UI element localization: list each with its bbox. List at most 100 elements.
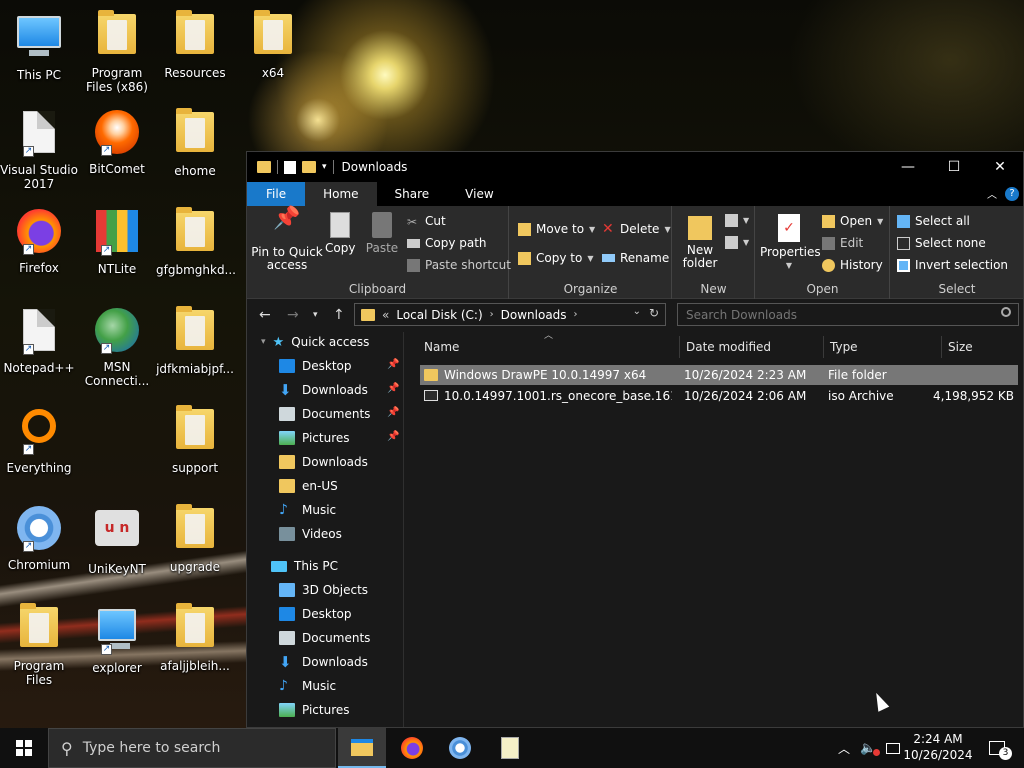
taskbar-notepad[interactable] (486, 728, 534, 768)
start-button[interactable] (0, 728, 48, 768)
nav-item-documents[interactable]: Documents (279, 402, 370, 426)
history-button[interactable]: History (822, 258, 883, 272)
nav-item-desktop[interactable]: Desktop (279, 354, 352, 378)
properties-quick-icon[interactable] (284, 160, 296, 174)
breadcrumb-downloads[interactable]: Downloads (501, 308, 567, 322)
tab-home[interactable]: Home (305, 182, 377, 206)
desktop-icon-notepadpp[interactable]: ↗ Notepad++ (0, 306, 78, 375)
nav-item-music[interactable]: ♪ Music (279, 498, 336, 522)
desktop-icon-jdfkmiabjpf[interactable]: jdfkmiabjpf... (156, 306, 234, 376)
taskbar-clock[interactable]: 2:24 AM 10/26/2024 (900, 731, 976, 763)
move-to-button[interactable]: Move to ▼ (518, 222, 595, 236)
tab-share[interactable]: Share (377, 182, 448, 206)
edit-button[interactable]: Edit (822, 236, 863, 250)
paste-button[interactable]: Paste (365, 212, 399, 255)
nav-item-en-us[interactable]: en-US (279, 474, 338, 498)
open-button[interactable]: Open ▼ (822, 214, 883, 228)
nav-item-pc-downloads[interactable]: ⬇ Downloads (279, 650, 368, 674)
desktop-icon-afaljjbleih[interactable]: afaljjbleih... (156, 603, 234, 673)
delete-button[interactable]: ✕ Delete ▼ (602, 222, 671, 237)
new-folder-button[interactable]: New folder (677, 216, 723, 270)
file-row[interactable]: Windows DrawPE 10.0.14997 x64 10/26/2024… (420, 365, 1018, 385)
desktop-icon-everything[interactable]: ↗ Everything (0, 405, 78, 475)
rename-button[interactable]: Rename (602, 251, 669, 265)
desktop-icon-ehome[interactable]: ehome (156, 108, 234, 178)
pin-quick-access-button[interactable]: 📌 Pin to Quick access (251, 208, 323, 272)
copy-path-button[interactable]: Copy path (407, 236, 487, 250)
show-hidden-icons-chevron-icon[interactable]: ︿ (838, 740, 850, 757)
help-icon[interactable]: ? (1005, 186, 1019, 201)
breadcrumb-local-disk[interactable]: Local Disk (C:) (396, 308, 482, 322)
desktop-icon-support[interactable]: support (156, 405, 234, 475)
desktop-icon-resources[interactable]: Resources (156, 10, 234, 80)
select-none-button[interactable]: Select none (897, 236, 986, 250)
address-bar[interactable]: « Local Disk (C:) › Downloads › ⌄ ↻ (354, 303, 666, 326)
copy-to-button[interactable]: Copy to ▼ (518, 251, 593, 265)
taskbar-file-explorer[interactable] (338, 728, 386, 768)
desktop-icon-program-files[interactable]: Program Files (0, 603, 78, 687)
nav-item-pc-desktop[interactable]: Desktop (279, 602, 352, 626)
tab-view[interactable]: View (447, 182, 511, 206)
new-item-button[interactable]: ▼ (725, 214, 749, 227)
nav-item-pc-documents[interactable]: Documents (279, 626, 370, 650)
new-folder-quick-icon[interactable] (302, 161, 316, 173)
column-header-size[interactable]: Size (942, 336, 1022, 358)
desktop-icon-upgrade[interactable]: upgrade (156, 504, 234, 574)
desktop-icon-unikey[interactable]: u n UniKeyNT (78, 504, 156, 576)
column-header-name[interactable]: Name (418, 336, 680, 358)
desktop-icon-bitcomet[interactable]: ↗ BitComet (78, 108, 156, 176)
recent-locations-chevron-icon[interactable]: ▾ (313, 310, 318, 320)
column-header-type[interactable]: Type (824, 336, 942, 358)
desktop-icon-this-pc[interactable]: This PC (0, 10, 78, 82)
network-icon[interactable] (886, 742, 901, 754)
nav-item-downloads[interactable]: ⬇ Downloads (279, 378, 368, 402)
address-dropdown-chevron-icon[interactable]: ⌄ (633, 306, 641, 317)
back-arrow-icon[interactable]: ← (259, 307, 271, 323)
cut-button[interactable]: ✂ Cut (407, 214, 446, 229)
action-center-button[interactable]: 3 (982, 728, 1012, 768)
nav-item-pc-music[interactable]: ♪ Music (279, 674, 336, 698)
taskbar-firefox[interactable] (388, 728, 436, 768)
taskbar-chromium[interactable] (436, 728, 484, 768)
breadcrumb-separator-icon[interactable]: › (574, 309, 578, 320)
nav-quick-access[interactable]: ▾ ★ Quick access (261, 332, 369, 354)
select-all-button[interactable]: Select all (897, 214, 970, 228)
minimize-button[interactable]: — (885, 152, 931, 182)
customize-toolbar-chevron-icon[interactable]: ▾ (322, 162, 327, 172)
desktop-icon-ntlite[interactable]: ↗ NTLite (78, 207, 156, 276)
copy-button[interactable]: Copy (325, 212, 355, 255)
desktop-icon-gfgbmghkd[interactable]: gfgbmghkd... (156, 207, 236, 277)
tab-file[interactable]: File (247, 182, 306, 206)
refresh-icon[interactable]: ↻ (649, 306, 659, 320)
volume-muted-icon[interactable]: 🔈 (860, 741, 881, 756)
column-header-date[interactable]: Date modified (680, 336, 824, 358)
desktop-icon-program-files-x86[interactable]: Program Files (x86) (78, 10, 156, 94)
invert-selection-button[interactable]: Invert selection (897, 258, 1008, 272)
paste-shortcut-button[interactable]: Paste shortcut (407, 258, 511, 272)
search-input[interactable] (677, 303, 1019, 326)
maximize-button[interactable]: ☐ (931, 152, 977, 182)
desktop-icon-explorer[interactable]: ↗ explorer (78, 603, 156, 675)
expand-chevron-icon[interactable]: ▾ (261, 337, 266, 347)
nav-item-pc-pictures[interactable]: Pictures (279, 698, 350, 722)
collapse-ribbon-chevron-icon[interactable]: ︿ (987, 186, 997, 201)
breadcrumb-separator-icon[interactable]: › (490, 309, 494, 320)
nav-item-videos[interactable]: Videos (279, 522, 342, 546)
easy-access-button[interactable]: ▼ (725, 236, 749, 249)
search-icon[interactable] (1001, 307, 1011, 317)
taskbar-search-box[interactable]: ⚲ Type here to search (48, 728, 336, 768)
close-button[interactable]: ✕ (977, 152, 1023, 182)
nav-this-pc[interactable]: This PC (271, 554, 338, 578)
properties-button[interactable]: ✓ Properties ▼ (760, 214, 821, 272)
nav-item-3d-objects[interactable]: 3D Objects (279, 578, 368, 602)
overflow-chevrons[interactable]: « (382, 308, 389, 322)
title-bar[interactable]: ▾ Downloads — ☐ ✕ (247, 152, 1023, 182)
desktop-icon-msn[interactable]: ↗ MSN Connecti... (78, 306, 156, 388)
up-arrow-icon[interactable]: ↑ (333, 307, 345, 323)
desktop-icon-firefox[interactable]: ↗ Firefox (0, 207, 78, 275)
nav-item-downloads-folder[interactable]: Downloads (279, 450, 368, 474)
desktop-icon-visual-studio[interactable]: ↗ Visual Studio 2017 (0, 108, 78, 191)
file-row[interactable]: 10.0.14997.1001.rs_onecore_base.161218-.… (420, 386, 1018, 406)
nav-item-pictures[interactable]: Pictures (279, 426, 350, 450)
desktop-icon-chromium[interactable]: ↗ Chromium (0, 504, 78, 572)
